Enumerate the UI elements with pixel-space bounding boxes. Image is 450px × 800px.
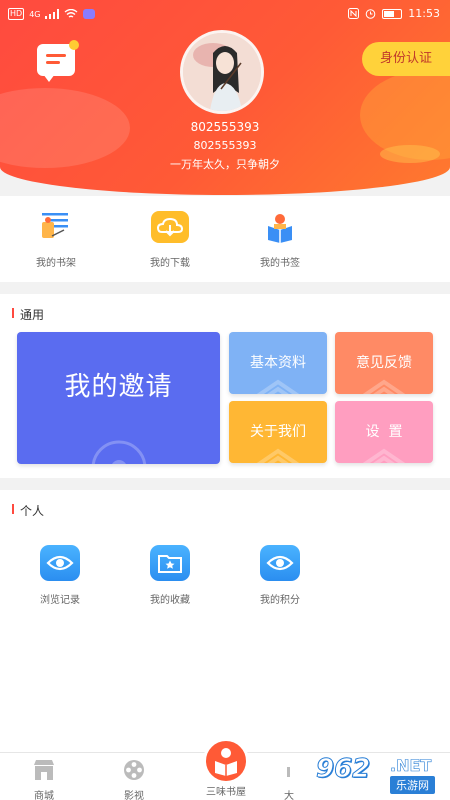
- alarm-icon: [365, 9, 376, 19]
- tab-store-label: 商城: [34, 791, 54, 800]
- quick-item-downloads[interactable]: 我的下载: [130, 210, 210, 269]
- quick-label-bookmarks: 我的书签: [260, 258, 300, 269]
- personal-item-history[interactable]: 浏览记录: [20, 545, 100, 606]
- tab-more[interactable]: 大: [264, 759, 314, 800]
- personal-item-favorites[interactable]: 我的收藏: [130, 545, 210, 606]
- message-icon-line: [46, 61, 60, 64]
- personal-item-points[interactable]: 我的积分: [240, 545, 320, 606]
- watermark-number: 962: [315, 754, 371, 785]
- personal-label-history: 浏览记录: [40, 595, 80, 606]
- film-reel-decor-icon: [91, 440, 146, 464]
- chevron-decor-icon: [256, 379, 300, 394]
- personal-label-points: 我的积分: [260, 595, 300, 606]
- settings-tile[interactable]: 设 置: [335, 401, 433, 463]
- signal-icon: [45, 9, 60, 19]
- about-us-tile[interactable]: 关于我们: [229, 401, 327, 463]
- reader-icon: [215, 748, 237, 776]
- settings-label: 设 置: [365, 424, 403, 440]
- about-us-label: 关于我们: [250, 424, 306, 440]
- tab-reading-room[interactable]: [203, 738, 249, 784]
- bookshelf-icon: [36, 210, 76, 244]
- quick-actions: 我的书架 我的下载 我的书签: [0, 196, 450, 282]
- chevron-decor-icon: [362, 379, 406, 394]
- general-section-title: 通用: [12, 306, 44, 323]
- eye-icon: [40, 545, 80, 581]
- identity-verify-button[interactable]: 身份认证: [362, 42, 450, 76]
- chevron-decor-icon: [362, 448, 406, 463]
- user-id: 802555393: [190, 120, 260, 134]
- quick-label-bookshelf: 我的书架: [36, 258, 76, 269]
- network-gen-label: 4G: [29, 9, 41, 19]
- quick-label-downloads: 我的下载: [150, 258, 190, 269]
- feedback-label: 意见反馈: [356, 355, 412, 371]
- basic-info-label: 基本资料: [250, 355, 306, 371]
- store-icon: [34, 760, 54, 780]
- tab-more-label: 大: [284, 791, 294, 800]
- personal-section-title: 个人: [12, 502, 44, 519]
- hd-indicator: HD: [8, 8, 25, 20]
- invite-tile-label: 我的邀请: [64, 372, 173, 402]
- nfc-icon: [348, 8, 360, 19]
- avatar[interactable]: [180, 30, 264, 114]
- tab-video[interactable]: 影视: [94, 759, 174, 800]
- site-watermark: 962 .NET 乐游网: [310, 752, 450, 800]
- eye-icon: [260, 545, 300, 581]
- tab-reading-room-label: 三味书屋: [206, 787, 246, 798]
- personal-label-favorites: 我的收藏: [150, 595, 190, 606]
- watermark-suffix: .NET: [390, 756, 432, 776]
- cloud-download-icon: [150, 210, 190, 244]
- watermark-site-name: 乐游网: [390, 776, 435, 794]
- app-notification-icon: [83, 9, 96, 19]
- star-folder-icon: [150, 545, 190, 581]
- user-motto: 一万年太久，只争朝夕: [170, 158, 280, 171]
- wifi-icon: [65, 9, 78, 18]
- bookmark-reader-icon: [260, 210, 300, 244]
- basic-info-tile[interactable]: 基本资料: [229, 332, 327, 394]
- battery-icon: [382, 8, 403, 19]
- quick-item-bookmarks[interactable]: 我的书签: [240, 210, 320, 269]
- message-button[interactable]: [37, 40, 79, 82]
- quick-item-bookshelf[interactable]: 我的书架: [16, 210, 96, 269]
- user-id-secondary: 802555393: [193, 139, 257, 152]
- tab-store[interactable]: 商城: [4, 759, 84, 800]
- status-bar: HD 4G 11:53: [0, 0, 450, 28]
- tab-video-label: 影视: [124, 791, 144, 800]
- general-section: 通用 我的邀请 基本资料 意见反馈 关于我们 设 置: [0, 294, 450, 478]
- personal-section: 个人 浏览记录 我的收藏 我的积分: [0, 490, 450, 752]
- bar-icon: [287, 767, 290, 777]
- film-reel-icon: [124, 760, 144, 780]
- clock: 11:53: [408, 7, 440, 20]
- chevron-decor-icon: [256, 448, 300, 463]
- unread-dot: [69, 40, 79, 50]
- feedback-tile[interactable]: 意见反馈: [335, 332, 433, 394]
- invite-tile[interactable]: 我的邀请: [17, 332, 220, 464]
- message-icon: [46, 54, 66, 57]
